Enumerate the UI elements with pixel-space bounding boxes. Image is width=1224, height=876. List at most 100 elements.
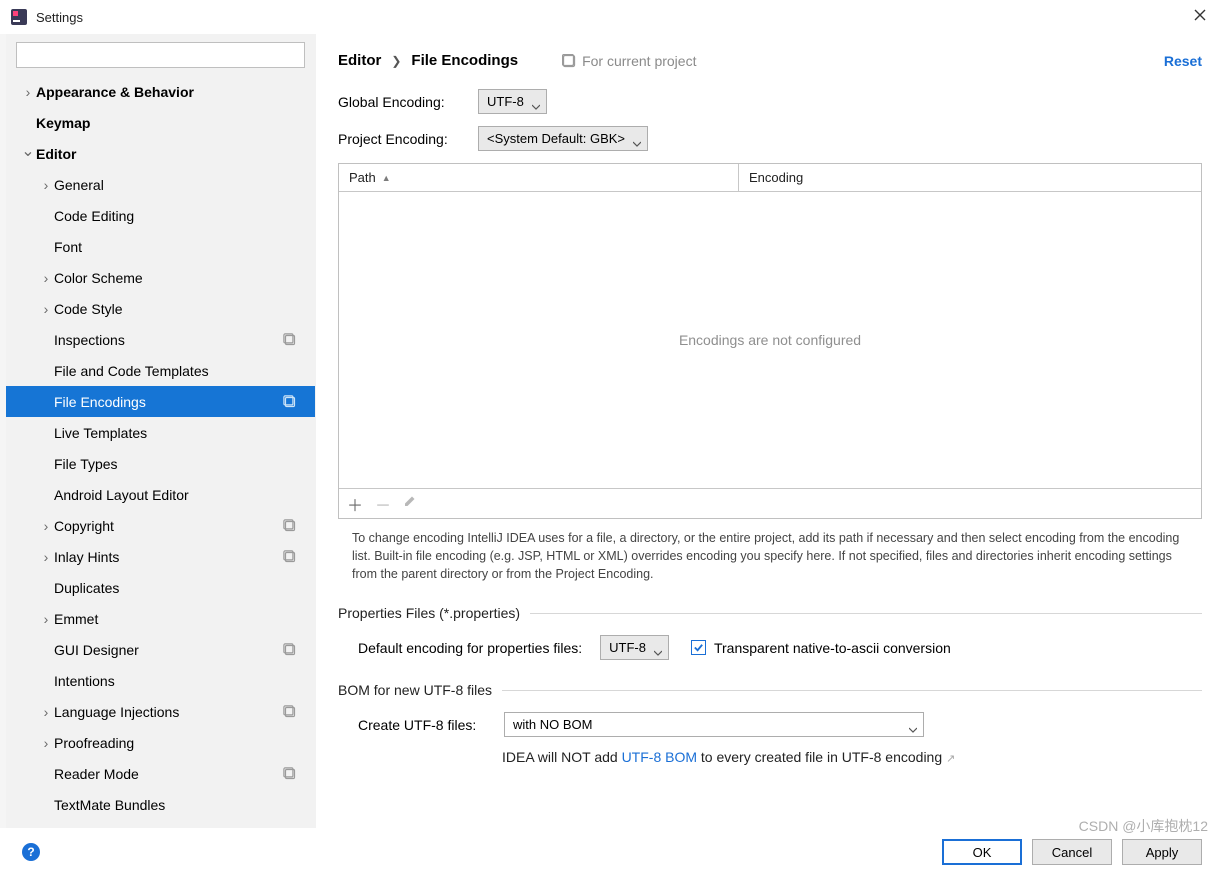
sidebar-item-code-editing[interactable]: Code Editing (6, 200, 315, 231)
window-title: Settings (36, 10, 83, 25)
edit-button (403, 494, 417, 513)
sidebar-item-keymap[interactable]: Keymap (6, 107, 315, 138)
sidebar-item-language-injections[interactable]: ›Language Injections (6, 696, 315, 727)
sidebar-item-label: Language Injections (54, 704, 179, 720)
sidebar-item-general[interactable]: ›General (6, 169, 315, 200)
project-scope-icon (283, 550, 297, 564)
sidebar-item-label: GUI Designer (54, 642, 139, 658)
sidebar-item-label: File Types (54, 456, 118, 472)
chevron-right-icon: › (38, 704, 54, 720)
sidebar-item-copyright[interactable]: ›Copyright (6, 510, 315, 541)
add-button[interactable]: ＋ (347, 492, 363, 516)
sidebar-item-label: TextMate Bundles (54, 797, 165, 813)
sidebar-item-label: Intentions (54, 673, 115, 689)
chevron-down-icon (909, 722, 917, 737)
chevron-down-icon (654, 645, 662, 653)
sidebar-item-label: Copyright (54, 518, 114, 534)
sidebar-item-live-templates[interactable]: Live Templates (6, 417, 315, 448)
sidebar-item-inspections[interactable]: Inspections (6, 324, 315, 355)
sidebar-item-color-scheme[interactable]: ›Color Scheme (6, 262, 315, 293)
sidebar-item-emmet[interactable]: ›Emmet (6, 603, 315, 634)
sidebar-item-appearance-behavior[interactable]: ›Appearance & Behavior (6, 76, 315, 107)
sidebar-item-editor[interactable]: ⌄Editor (6, 138, 315, 169)
sidebar-item-inlay-hints[interactable]: ›Inlay Hints (6, 541, 315, 572)
sidebar-item-label: Reader Mode (54, 766, 139, 782)
help-button[interactable]: ? (22, 843, 40, 861)
sidebar-item-label: Live Templates (54, 425, 147, 441)
chevron-right-icon: › (38, 177, 54, 193)
column-header-path[interactable]: Path ▲ (339, 164, 739, 191)
sidebar-item-file-and-code-templates[interactable]: File and Code Templates (6, 355, 315, 386)
settings-content: Editor ❯ File Encodings For current proj… (316, 34, 1224, 828)
global-encoding-select[interactable]: UTF-8 (478, 89, 547, 114)
apply-button[interactable]: Apply (1122, 839, 1202, 865)
sidebar-item-proofreading[interactable]: ›Proofreading (6, 727, 315, 758)
sidebar-item-reader-mode[interactable]: Reader Mode (6, 758, 315, 789)
sidebar-item-label: File Encodings (54, 394, 146, 410)
project-scope-icon (283, 767, 297, 781)
sidebar-item-android-layout-editor[interactable]: Android Layout Editor (6, 479, 315, 510)
create-utf8-label: Create UTF-8 files: (358, 717, 486, 733)
transparent-ascii-label: Transparent native-to-ascii conversion (714, 640, 951, 656)
external-link-icon: ↗ (946, 753, 955, 765)
chevron-down-icon (532, 99, 540, 107)
sidebar-item-label: Emmet (54, 611, 98, 627)
chevron-right-icon: › (20, 84, 36, 100)
chevron-down-icon (633, 136, 641, 144)
for-current-project-label: For current project (562, 53, 696, 69)
encoding-description: To change encoding IntelliJ IDEA uses fo… (338, 529, 1202, 583)
search-input[interactable] (16, 42, 305, 68)
create-utf8-select[interactable]: with NO BOM (504, 712, 924, 737)
column-header-encoding[interactable]: Encoding (739, 164, 1201, 191)
sidebar-item-code-style[interactable]: ›Code Style (6, 293, 315, 324)
chevron-right-icon: › (38, 518, 54, 534)
remove-button: － (375, 492, 391, 516)
properties-encoding-label: Default encoding for properties files: (358, 640, 582, 656)
sidebar-item-intentions[interactable]: Intentions (6, 665, 315, 696)
sidebar-item-label: Appearance & Behavior (36, 84, 194, 100)
sidebar-item-label: Code Style (54, 301, 122, 317)
breadcrumb-separator-icon: ❯ (391, 54, 401, 68)
sidebar-item-label: General (54, 177, 104, 193)
project-scope-icon (283, 519, 297, 533)
bom-info-text: IDEA will NOT add UTF-8 BOM to every cre… (502, 749, 1202, 765)
sidebar-item-font[interactable]: Font (6, 231, 315, 262)
sidebar-item-label: Font (54, 239, 82, 255)
breadcrumb-parent[interactable]: Editor (338, 52, 381, 69)
reset-link[interactable]: Reset (1164, 53, 1202, 69)
breadcrumb-current: File Encodings (411, 52, 518, 69)
chevron-right-icon: › (38, 549, 54, 565)
sidebar-item-label: Inspections (54, 332, 125, 348)
dialog-footer: ? OK Cancel Apply (0, 828, 1224, 876)
chevron-right-icon: › (38, 611, 54, 627)
properties-encoding-select[interactable]: UTF-8 (600, 635, 669, 660)
project-encoding-select[interactable]: <System Default: GBK> (478, 126, 648, 151)
close-icon[interactable] (1186, 4, 1214, 30)
chevron-right-icon: › (38, 270, 54, 286)
sidebar-item-file-types[interactable]: File Types (6, 448, 315, 479)
project-scope-icon (562, 54, 576, 68)
utf8-bom-link[interactable]: UTF-8 BOM (622, 749, 697, 765)
sidebar-item-label: File and Code Templates (54, 363, 209, 379)
titlebar: Settings (0, 0, 1224, 34)
sidebar-item-label: Proofreading (54, 735, 134, 751)
chevron-right-icon: › (38, 735, 54, 751)
settings-sidebar: ›Appearance & BehaviorKeymap⌄Editor›Gene… (6, 34, 316, 828)
sidebar-item-textmate-bundles[interactable]: TextMate Bundles (6, 789, 315, 820)
sidebar-item-duplicates[interactable]: Duplicates (6, 572, 315, 603)
sidebar-item-label: Inlay Hints (54, 549, 119, 565)
cancel-button[interactable]: Cancel (1032, 839, 1112, 865)
table-empty-message: Encodings are not configured (339, 192, 1201, 488)
sidebar-item-label: Duplicates (54, 580, 119, 596)
ok-button[interactable]: OK (942, 839, 1022, 865)
encodings-table: Path ▲ Encoding Encodings are not config… (338, 163, 1202, 519)
global-encoding-label: Global Encoding: (338, 94, 478, 110)
sidebar-item-label: Keymap (36, 115, 90, 131)
transparent-ascii-checkbox[interactable] (691, 640, 706, 655)
sidebar-item-label: Color Scheme (54, 270, 143, 286)
app-icon (10, 8, 28, 26)
sidebar-item-file-encodings[interactable]: File Encodings (6, 386, 315, 417)
project-scope-icon (283, 333, 297, 347)
sidebar-item-gui-designer[interactable]: GUI Designer (6, 634, 315, 665)
project-scope-icon (283, 643, 297, 657)
